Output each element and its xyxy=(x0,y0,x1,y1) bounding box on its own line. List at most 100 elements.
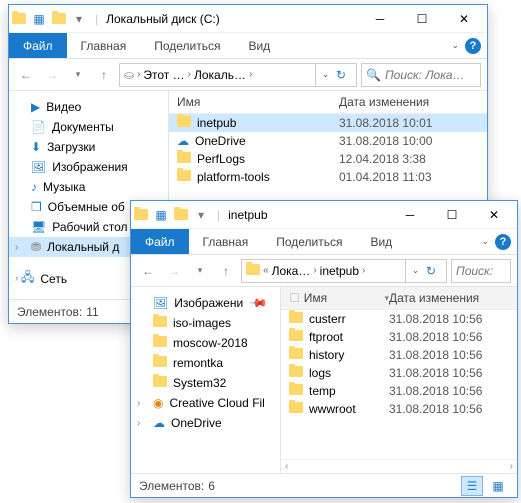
up-button[interactable]: ↑ xyxy=(215,260,237,282)
horizontal-scrollbar[interactable]: ‹› xyxy=(281,459,517,473)
file-row[interactable]: history31.08.2018 10:56 xyxy=(281,346,517,364)
forward-button[interactable]: → xyxy=(163,260,185,282)
column-headers[interactable]: ☐Имя▾ Дата изменения xyxy=(281,287,517,310)
chevron-right-icon: › xyxy=(362,265,365,276)
search-box[interactable] xyxy=(451,259,511,283)
search-box[interactable]: 🔍 xyxy=(361,63,481,87)
ribbon-tab-share[interactable]: Поделиться xyxy=(262,229,356,254)
path-part[interactable]: inetpub xyxy=(320,264,359,278)
address-bar[interactable]: ⛀ › Этот … › Локаль… › ⌄ ↻ xyxy=(119,63,357,87)
column-name[interactable]: Имя xyxy=(177,95,339,109)
recent-locations-button[interactable]: ▾ xyxy=(189,260,211,282)
titlebar[interactable]: ▦ ▾ | inetpub ─ ☐ ✕ xyxy=(131,201,517,229)
help-icon[interactable]: ? xyxy=(495,234,511,250)
close-button[interactable]: ✕ xyxy=(473,201,515,229)
nav-label: Локальный д xyxy=(47,240,119,254)
qat-customize-icon[interactable]: ▾ xyxy=(71,11,87,27)
file-list[interactable]: custerr31.08.2018 10:56ftproot31.08.2018… xyxy=(281,310,517,459)
column-date[interactable]: Дата изменения xyxy=(389,291,509,305)
titlebar[interactable]: ▦ ▾ | Локальный диск (C:) ─ ☐ ✕ xyxy=(9,5,487,33)
column-name[interactable]: ☐Имя▾ xyxy=(289,291,389,305)
nav-item[interactable]: ›◉Creative Cloud Fil xyxy=(131,393,280,413)
navigation-pane[interactable]: 🖼Изображени📌iso-imagesmoscow-2018 remontk… xyxy=(131,287,281,473)
file-row[interactable]: temp31.08.2018 10:56 xyxy=(281,382,517,400)
ribbon-file[interactable]: Файл xyxy=(9,33,67,58)
search-input[interactable] xyxy=(456,264,506,278)
nav-toolbar: ← → ▾ ↑ « Лока… › inetpub › ⌄ ↻ xyxy=(131,255,517,287)
scroll-right-icon[interactable]: › xyxy=(510,461,513,472)
nav-label: Видео xyxy=(46,100,81,114)
maximize-button[interactable]: ☐ xyxy=(401,5,443,33)
expand-icon[interactable]: › xyxy=(15,242,18,253)
help-icon[interactable]: ? xyxy=(465,38,481,54)
ribbon-file[interactable]: Файл xyxy=(131,229,189,254)
back-button[interactable]: ← xyxy=(137,260,159,282)
expand-icon[interactable]: › xyxy=(137,418,140,429)
ribbon-tab-view[interactable]: Вид xyxy=(356,229,406,254)
nav-item[interactable]: moscow-2018 xyxy=(131,333,280,353)
nav-label: remontka xyxy=(173,356,223,370)
window-title: Локальный диск (C:) xyxy=(106,12,220,26)
back-button[interactable]: ← xyxy=(15,64,37,86)
nav-item[interactable]: ›☁OneDrive xyxy=(131,413,280,433)
path-part[interactable]: Локаль… xyxy=(194,68,246,82)
file-row[interactable]: custerr31.08.2018 10:56 xyxy=(281,310,517,328)
ribbon-expand-icon[interactable]: ⌄ xyxy=(451,40,459,51)
path-dropdown-icon[interactable]: ⌄ xyxy=(322,69,330,80)
qat-customize-icon[interactable]: ▾ xyxy=(193,207,209,223)
file-date: 31.08.2018 10:56 xyxy=(389,348,509,362)
maximize-button[interactable]: ☐ xyxy=(431,201,473,229)
file-row[interactable]: platform-tools01.04.2018 11:03 xyxy=(169,168,487,186)
nav-item[interactable]: ⬇Загрузки xyxy=(9,137,168,157)
new-folder-icon[interactable] xyxy=(173,207,189,223)
ribbon-tab-view[interactable]: Вид xyxy=(234,33,284,58)
music-icon: ♪ xyxy=(31,180,37,194)
nav-label: Изображени xyxy=(174,296,243,310)
nav-item[interactable]: iso-images xyxy=(131,313,280,333)
view-details-button[interactable]: ☰ xyxy=(461,476,483,496)
path-part[interactable]: Этот … xyxy=(143,68,184,82)
scroll-left-icon[interactable]: ‹ xyxy=(285,461,288,472)
path-dropdown-icon[interactable]: ⌄ xyxy=(412,265,420,276)
forward-button[interactable]: → xyxy=(41,64,63,86)
search-input[interactable] xyxy=(385,68,476,82)
props-icon[interactable]: ▦ xyxy=(31,11,47,27)
nav-item[interactable]: ♪Музыка xyxy=(9,177,168,197)
ribbon-tab-home[interactable]: Главная xyxy=(67,33,141,58)
file-row[interactable]: ftproot31.08.2018 10:56 xyxy=(281,328,517,346)
props-icon[interactable]: ▦ xyxy=(153,207,169,223)
nav-item[interactable]: 🖼Изображени📌 xyxy=(131,293,280,313)
new-folder-icon[interactable] xyxy=(51,11,67,27)
nav-item[interactable]: System32 xyxy=(131,373,280,393)
path-part[interactable]: Лока… xyxy=(272,264,311,278)
address-bar[interactable]: « Лока… › inetpub › ⌄ ↻ xyxy=(241,259,447,283)
column-date[interactable]: Дата изменения xyxy=(339,95,479,109)
refresh-icon[interactable]: ↻ xyxy=(426,264,436,278)
file-row[interactable]: logs31.08.2018 10:56 xyxy=(281,364,517,382)
close-button[interactable]: ✕ xyxy=(443,5,485,33)
nav-item[interactable]: 📄Документы xyxy=(9,117,168,137)
file-date: 31.08.2018 10:56 xyxy=(389,402,509,416)
expand-icon[interactable]: › xyxy=(137,398,140,409)
nav-item[interactable]: ▶ Видео xyxy=(9,97,168,117)
nav-item[interactable]: 🖼Изображения xyxy=(9,157,168,177)
ribbon-tab-home[interactable]: Главная xyxy=(189,229,263,254)
minimize-button[interactable]: ─ xyxy=(359,5,401,33)
file-row[interactable]: PerfLogs12.04.2018 3:38 xyxy=(169,150,487,168)
video-icon: ▶ xyxy=(31,100,40,114)
file-row[interactable]: ☁OneDrive31.08.2018 10:00 xyxy=(169,132,487,150)
column-headers[interactable]: Имя Дата изменения xyxy=(169,91,487,114)
expand-icon[interactable]: › xyxy=(15,273,18,284)
view-large-icons-button[interactable]: ▦ xyxy=(487,476,509,496)
up-button[interactable]: ↑ xyxy=(93,64,115,86)
file-row[interactable]: inetpub31.08.2018 10:01 xyxy=(169,114,487,132)
ribbon-expand-icon[interactable]: ⌄ xyxy=(481,236,489,247)
recent-locations-button[interactable]: ▾ xyxy=(67,64,89,86)
refresh-icon[interactable]: ↻ xyxy=(336,68,346,82)
minimize-button[interactable]: ─ xyxy=(389,201,431,229)
file-row[interactable]: wwwroot31.08.2018 10:56 xyxy=(281,400,517,418)
download-icon: ⬇ xyxy=(31,140,41,154)
nav-item[interactable]: remontka xyxy=(131,353,280,373)
ribbon-tab-share[interactable]: Поделиться xyxy=(140,33,234,58)
folder-icon xyxy=(153,336,167,350)
